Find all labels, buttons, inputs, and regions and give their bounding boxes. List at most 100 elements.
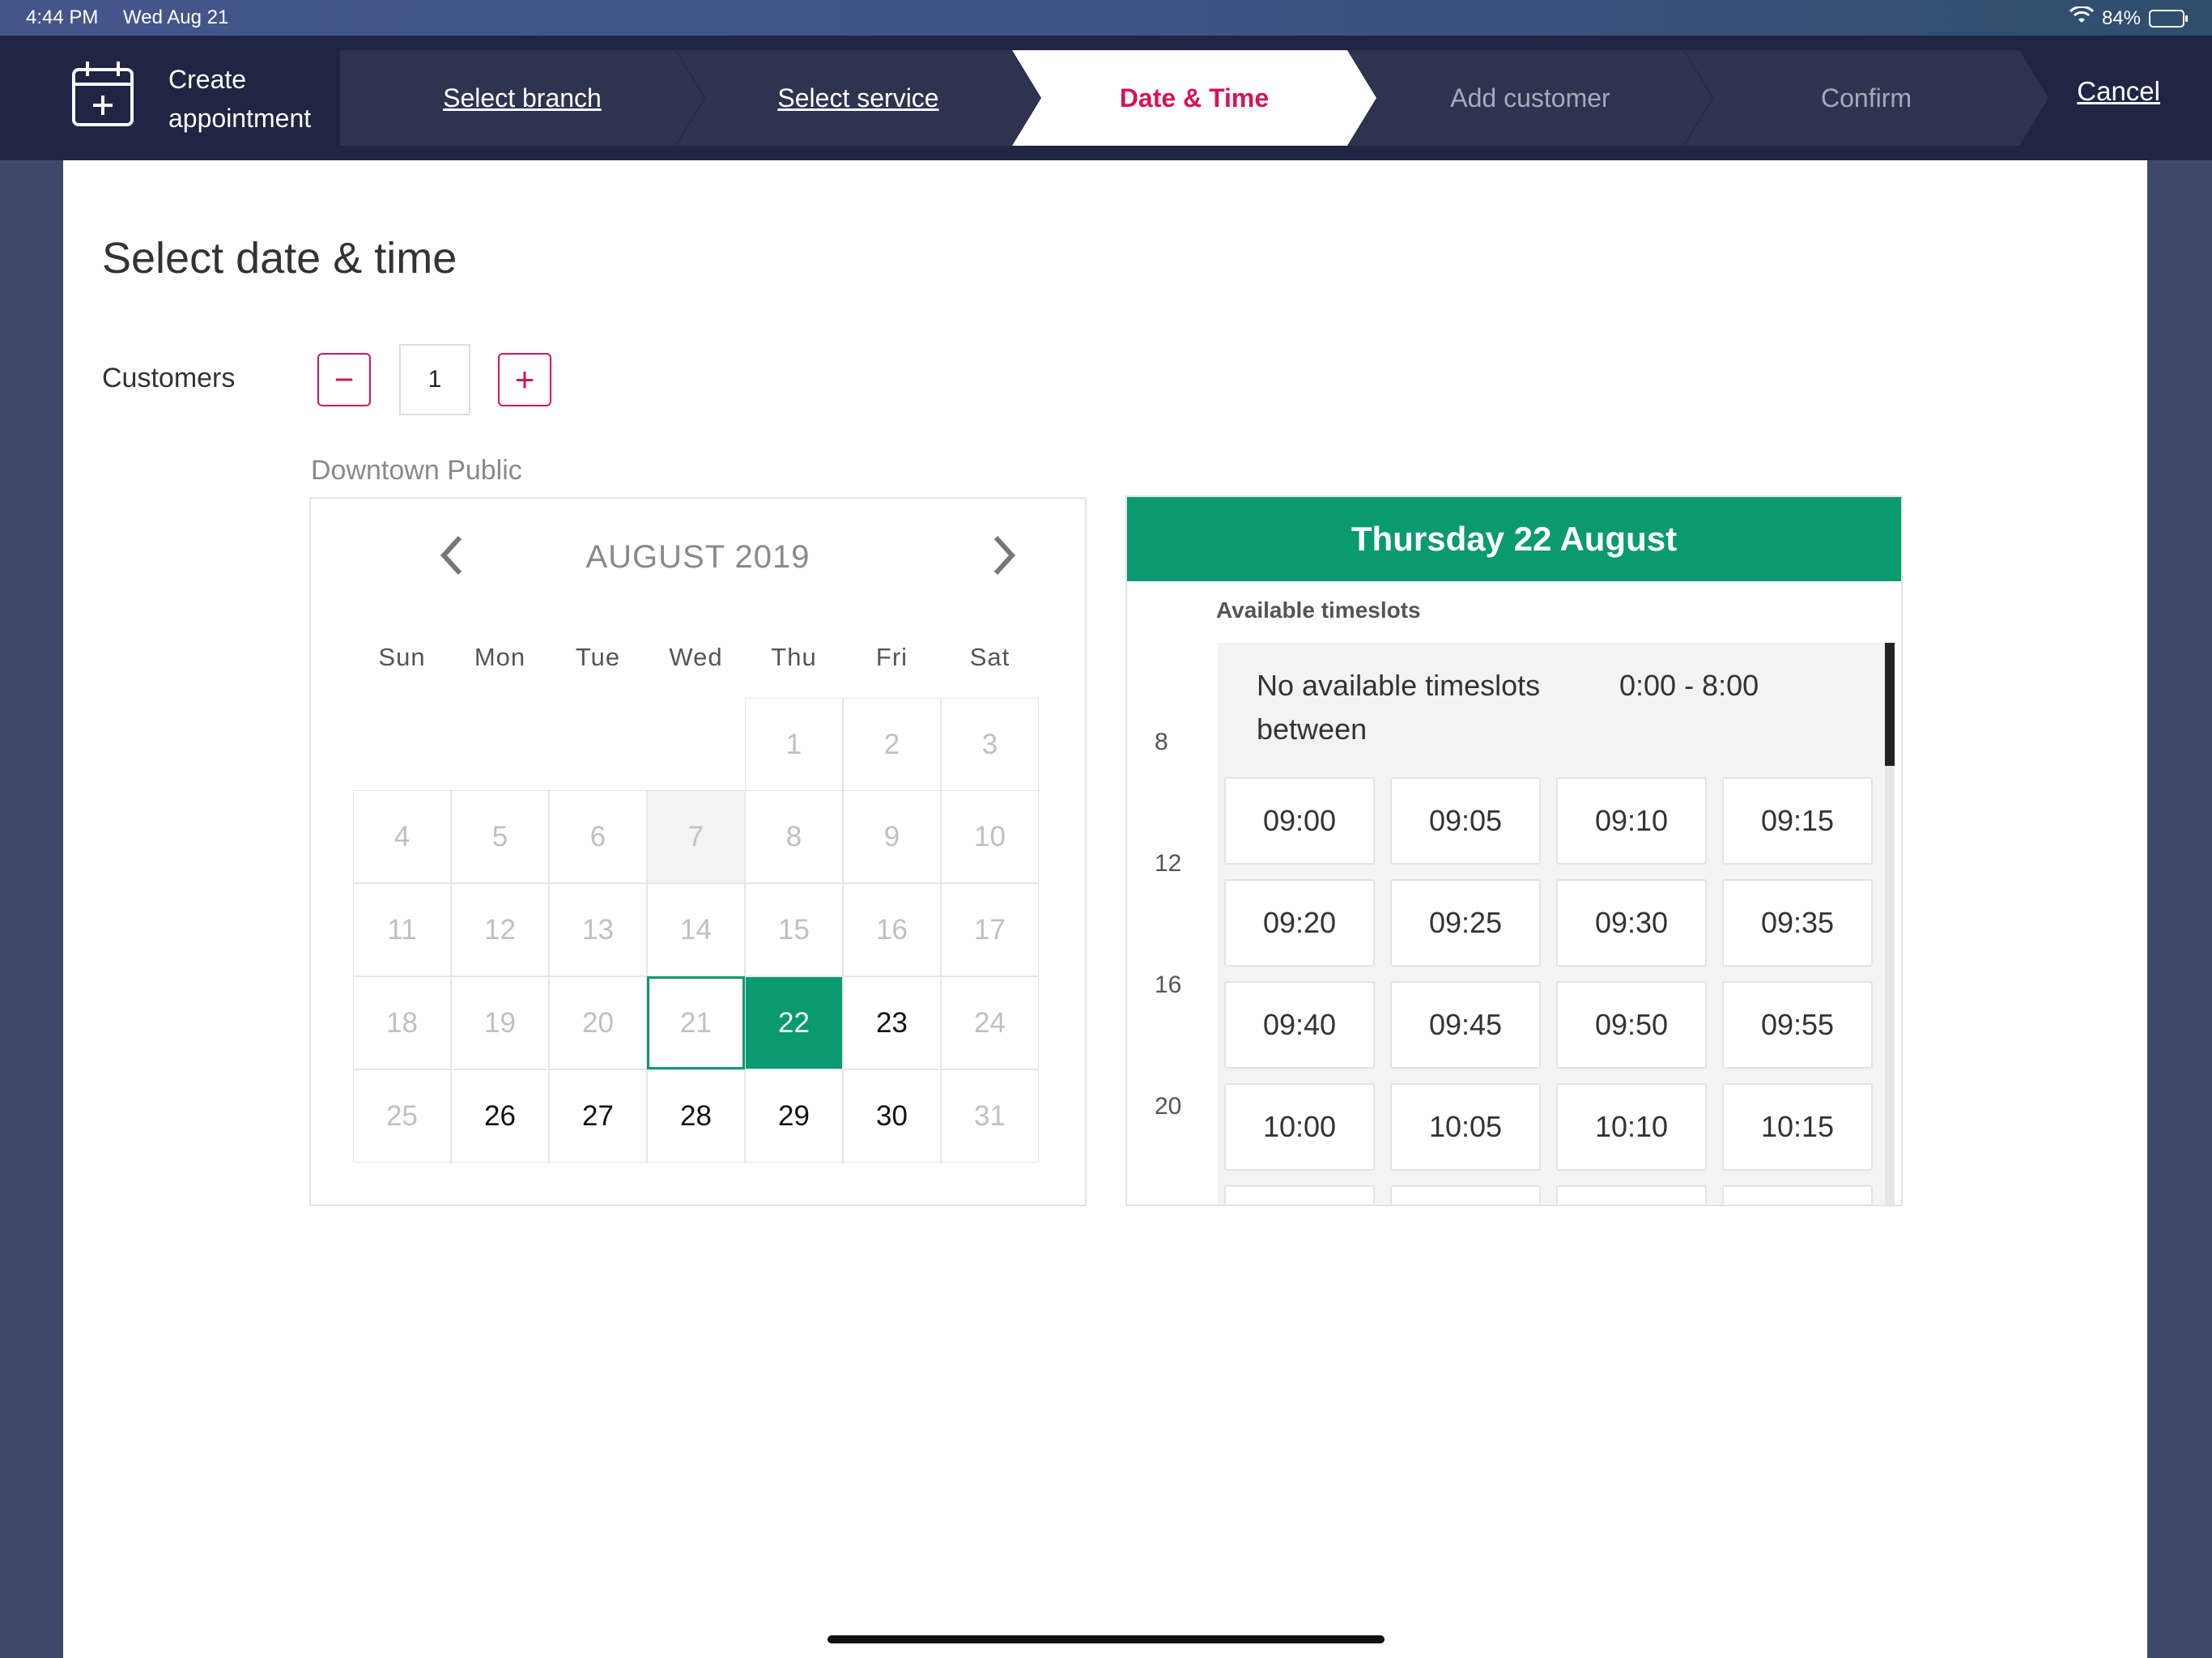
- timeslot-button[interactable]: 10:05: [1390, 1083, 1541, 1171]
- wifi-icon: [2069, 5, 2095, 30]
- no-slots-range: 0:00 - 8:00: [1619, 669, 1759, 702]
- app-header: Create appointment Select branch Select s…: [0, 36, 2212, 160]
- calendar: AUGUST 2019 Sun Mon Tue Wed Thu Fri Sat 1 2 3 4 5 6 7…: [309, 497, 1087, 1206]
- timeslot-button[interactable]: 09:20: [1224, 879, 1375, 967]
- calendar-day[interactable]: 26: [451, 1069, 549, 1163]
- timeslot-button[interactable]: 09:05: [1390, 777, 1541, 865]
- calendar-day: 31: [941, 1069, 1039, 1163]
- timeslot-button[interactable]: 09:50: [1556, 981, 1707, 1069]
- create-title-line2: appointment: [168, 104, 312, 133]
- calendar-day: 9: [843, 790, 941, 883]
- calendar-day: 4: [353, 790, 451, 883]
- calendar-day: 14: [647, 883, 745, 976]
- weekday-header: Thu: [771, 643, 817, 671]
- status-date: Wed Aug 21: [123, 6, 229, 28]
- calendar-day[interactable]: 30: [843, 1069, 941, 1163]
- hour-marker: 8: [1155, 729, 1168, 755]
- timeslot-button[interactable]: 09:35: [1722, 879, 1873, 967]
- weekday-header: Sun: [378, 643, 426, 671]
- calendar-day: 3: [941, 698, 1039, 791]
- calendar-day: 7: [647, 790, 745, 883]
- calendar-day: 20: [549, 976, 647, 1069]
- step-select-service[interactable]: Select service: [676, 50, 1040, 146]
- timeslot-button[interactable]: 10:25: [1390, 1185, 1541, 1205]
- calendar-plus-icon: [71, 60, 134, 128]
- wizard-steps: Select branch Select service Date & Time Ad…: [340, 50, 2073, 146]
- battery-icon: [2149, 9, 2188, 28]
- timeslot-button[interactable]: 09:10: [1556, 777, 1707, 865]
- hour-marker: 12: [1155, 850, 1182, 877]
- step-label: Date & Time: [1119, 83, 1270, 113]
- calendar-day: 17: [941, 883, 1039, 976]
- timeslot-button[interactable]: 09:00: [1224, 777, 1375, 865]
- hour-marker: 16: [1155, 971, 1182, 998]
- timeslot-button[interactable]: 09:25: [1390, 879, 1541, 967]
- create-appointment-title: Create appointment: [168, 60, 311, 138]
- calendar-day: 6: [549, 790, 647, 883]
- step-label: Select service: [777, 83, 939, 113]
- calendar-day: 1: [745, 698, 843, 791]
- timeslot-button[interactable]: 10:10: [1556, 1083, 1707, 1171]
- calendar-day[interactable]: 27: [549, 1069, 647, 1163]
- step-label: Add customer: [1450, 83, 1610, 113]
- customers-count-field[interactable]: 1: [399, 344, 470, 415]
- available-timeslots-label: Available timeslots: [1216, 597, 1421, 623]
- timeslot-button[interactable]: 09:40: [1224, 981, 1375, 1069]
- calendar-day[interactable]: 29: [745, 1069, 843, 1163]
- create-title-line1: Create: [168, 65, 247, 94]
- page-title: Select date & time: [102, 234, 457, 283]
- timeslot-button[interactable]: 10:00: [1224, 1083, 1375, 1171]
- calendar-day: 2: [843, 698, 941, 791]
- step-label: Confirm: [1820, 83, 1912, 113]
- calendar-day[interactable]: 23: [843, 976, 941, 1069]
- calendar-day: 13: [549, 883, 647, 976]
- timeslot-button[interactable]: 09:15: [1722, 777, 1873, 865]
- step-confirm: Confirm: [1684, 50, 2048, 146]
- step-add-customer: Add customer: [1348, 50, 1712, 146]
- cancel-link[interactable]: Cancel: [2077, 76, 2160, 107]
- decrease-customers-button[interactable]: −: [317, 353, 371, 406]
- customers-label: Customers: [102, 363, 236, 393]
- calendar-day: 10: [941, 790, 1039, 883]
- increase-customers-button[interactable]: +: [498, 353, 551, 406]
- calendar-day: 18: [353, 976, 451, 1069]
- calendar-day: 8: [745, 790, 843, 883]
- timeslots-panel: Thursday 22 August Available timeslots 8…: [1125, 495, 1903, 1206]
- step-select-branch[interactable]: Select branch: [340, 50, 704, 146]
- calendar-day: 24: [941, 976, 1039, 1069]
- status-time: 4:44 PM: [26, 6, 99, 28]
- calendar-day[interactable]: 22: [745, 976, 843, 1069]
- calendar-day[interactable]: 28: [647, 1069, 745, 1163]
- no-slots-message: No available timeslots between: [1257, 669, 1541, 746]
- weekday-header: Sat: [969, 643, 1010, 671]
- branch-name: Downtown Public: [311, 455, 522, 486]
- main-card: Select date & time Customers − 1 + Downt…: [63, 160, 2147, 1658]
- chevron-right-icon: [993, 535, 1016, 576]
- calendar-day: 11: [353, 883, 451, 976]
- next-month-button[interactable]: [983, 531, 1023, 580]
- status-bar: 4:44 PM Wed Aug 21 84%: [0, 0, 2212, 36]
- timeslot-button[interactable]: 10:30: [1556, 1185, 1707, 1205]
- weekday-header: Mon: [474, 643, 526, 671]
- calendar-day: 16: [843, 883, 941, 976]
- scrollbar-thumb[interactable]: [1885, 643, 1895, 766]
- selected-date-header: Thursday 22 August: [1127, 497, 1901, 581]
- weekday-header: Wed: [669, 643, 723, 671]
- calendar-day: 5: [451, 790, 549, 883]
- timeslot-button[interactable]: 10:35: [1722, 1185, 1873, 1205]
- battery-percent: 84%: [2101, 6, 2141, 29]
- timeslot-button[interactable]: 09:45: [1390, 981, 1541, 1069]
- home-indicator[interactable]: [827, 1635, 1385, 1643]
- timeslot-button[interactable]: 09:30: [1556, 879, 1707, 967]
- weekday-header: Tue: [575, 643, 621, 671]
- timeslot-button[interactable]: 10:15: [1722, 1083, 1873, 1171]
- step-date-time: Date & Time: [1012, 50, 1376, 146]
- timeslot-button[interactable]: 10:20: [1224, 1185, 1375, 1205]
- calendar-day: 19: [451, 976, 549, 1069]
- calendar-day: 25: [353, 1069, 451, 1163]
- timeslot-button[interactable]: 09:55: [1722, 981, 1873, 1069]
- calendar-day: 21: [647, 976, 745, 1069]
- timeslots-scroll-area[interactable]: 10:35 10:30 10:25 10:20 10:1510:1010:0510:00…: [1218, 643, 1895, 1205]
- step-label: Select branch: [443, 83, 602, 113]
- status-right: 84%: [2069, 5, 2188, 30]
